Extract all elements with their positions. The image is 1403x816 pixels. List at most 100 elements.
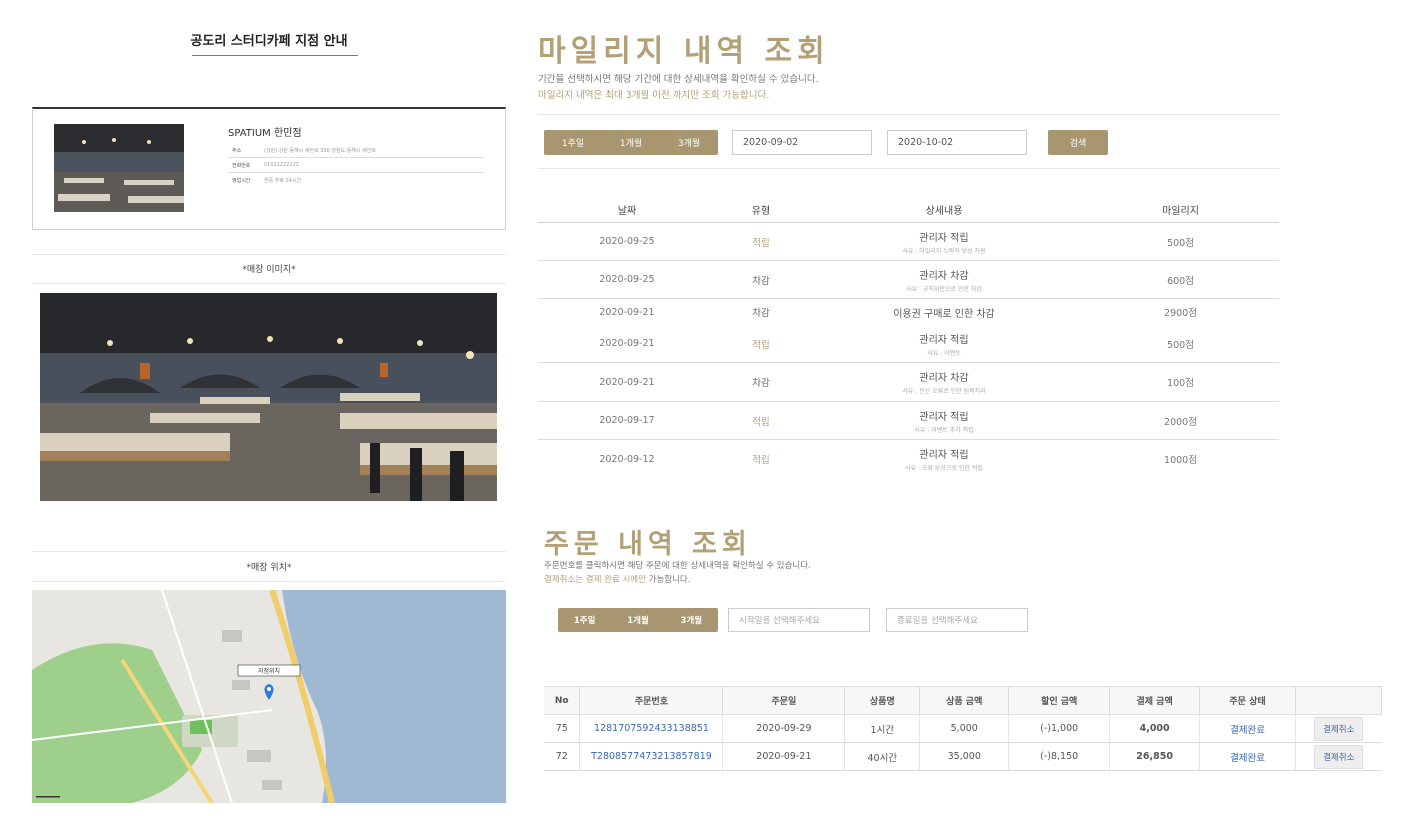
period-3month-button[interactable]: 3개월 [678, 136, 700, 149]
mileage-section-title: 마일리지 내역 조회 [538, 34, 830, 69]
order-table: No 주문번호 주문일 상품명 상품 금액 할인 금액 결제 금액 주문 상태 … [544, 686, 1382, 771]
divider [32, 254, 506, 255]
mileage-table-header: 날짜 유형 상세내용 마일리지 [538, 197, 1279, 223]
mileage-start-date-input[interactable]: 2020-09-02 [732, 130, 872, 155]
table-row: 2020-09-17 적립 관리자 적립 사유 : 이벤트 추가 적립 2000점 [538, 402, 1279, 440]
order-notice-highlight: 결제취소는 결제 완료 시에만 [544, 575, 646, 585]
order-row-discount: (-)1,000 [1008, 714, 1110, 743]
col-paid: 결제 금액 [1109, 686, 1201, 715]
order-period-buttons: 1주일 1개월 3개월 [558, 608, 718, 632]
row-date: 2020-09-25 [599, 236, 655, 247]
table-row: 2020-09-25 적립 관리자 적립 사유 : 마일리지 누락자 보상 차원 … [538, 223, 1279, 261]
address-value: (강원) 강원 동해시 새안로 350 강원도 동해시 새안로 [264, 147, 376, 154]
row-date: 2020-09-21 [599, 338, 655, 349]
mileage-table: 날짜 유형 상세내용 마일리지 2020-09-25 적립 관리자 적립 사유 :… [538, 197, 1279, 478]
divider [538, 168, 1279, 169]
row-type: 적립 [752, 455, 770, 466]
row-detail: 관리자 차감 사유 : 전산 오류로 인한 원복처리 [806, 369, 1082, 395]
store-info-heading: 공도리 스터디카페 지점 안내 [190, 34, 348, 49]
detail-text: 관리자 적립 [919, 232, 969, 244]
store-image-label: *매장 이미지* [242, 265, 296, 275]
row-detail: 관리자 적립 사유 : 이벤트 추가 적립 [806, 408, 1082, 434]
order-row-product: 40시간 [844, 742, 920, 771]
detail-text: 관리자 차감 [919, 373, 969, 384]
order-row-product: 1시간 [844, 714, 920, 743]
store-name: SPATIUM 한민점 [228, 128, 302, 139]
order-row-no: 75 [544, 714, 580, 743]
order-row-price: 35,000 [919, 742, 1009, 771]
order-description: 주문번호를 클릭하시면 해당 주문에 대한 상세내역을 확인하실 수 있습니다. [544, 561, 811, 571]
period-3month-button[interactable]: 3개월 [681, 614, 703, 626]
row-type: 적립 [752, 237, 770, 249]
row-date: 2020-09-25 [599, 274, 655, 285]
phone-label: 전화번호 [232, 162, 251, 169]
divider [32, 283, 506, 284]
period-1week-button[interactable]: 1주일 [574, 614, 596, 626]
row-detail: 관리자 차감사유 : 규칙위반으로 인한 차감 [806, 267, 1082, 293]
svg-text:지점위치: 지점위치 [258, 667, 280, 675]
order-number-link[interactable]: T2808577473213857819 [579, 742, 723, 771]
order-table-header: No 주문번호 주문일 상품명 상품 금액 할인 금액 결제 금액 주문 상태 [544, 686, 1382, 715]
row-mileage: 500점 [1167, 339, 1194, 351]
order-row-no: 72 [544, 742, 580, 771]
table-row: 2020-09-12 적립 관리자 적립사유 : 오류 보상으로 인한 적립 1… [538, 440, 1279, 478]
order-end-date-input[interactable]: 종료일을 선택해주세요 [886, 608, 1028, 632]
order-row-status: 결제완료 [1199, 742, 1296, 771]
row-detail: 관리자 적립 사유 : 이벤트 [806, 331, 1082, 357]
row-mileage: 100점 [1167, 378, 1194, 389]
row-type: 차감 [752, 275, 770, 287]
detail-note: 사유 : 오류 보상으로 인한 적립 [905, 465, 983, 472]
store-hours-row: 영업시간 연중 무휴 24시간 [228, 173, 484, 188]
cancel-payment-button[interactable]: 결제취소 [1314, 716, 1364, 741]
col-order-date: 주문일 [722, 686, 846, 715]
detail-text: 관리자 적립 [919, 411, 969, 423]
col-price: 상품 금액 [919, 686, 1010, 715]
row-mileage: 2900점 [1164, 308, 1197, 319]
detail-note: 사유 : 규칙위반으로 인한 차감 [906, 285, 982, 293]
row-mileage: 1000점 [1164, 455, 1197, 466]
row-mileage: 600점 [1167, 275, 1194, 287]
hours-value: 연중 무휴 24시간 [264, 178, 302, 184]
detail-note: 사유 : 마일리지 누락자 보상 차원 [902, 247, 986, 255]
store-thumbnail [54, 124, 184, 212]
row-type: 차감 [752, 308, 770, 319]
col-no: No [544, 686, 581, 715]
detail-text: 이용권 구매로 인한 차감 [893, 308, 995, 320]
detail-note: 사유 : 이벤트 [927, 349, 961, 357]
row-mileage: 2000점 [1164, 416, 1197, 428]
row-type: 차감 [752, 378, 770, 389]
order-start-date-input[interactable]: 시작일을 선택해주세요 [728, 608, 870, 632]
col-order-no: 주문번호 [579, 686, 724, 715]
hours-label: 영업시간 [232, 178, 251, 184]
cancel-payment-button[interactable]: 결제취소 [1314, 744, 1364, 769]
col-discount: 할인 금액 [1008, 686, 1111, 715]
row-type: 적립 [752, 339, 770, 351]
row-mileage: 500점 [1167, 237, 1194, 249]
store-location-label: *매장 위치* [246, 563, 292, 573]
period-1month-button[interactable]: 1개월 [620, 136, 642, 149]
order-number-link[interactable]: 1281707592433138851 [579, 714, 723, 743]
table-row: 2020-09-25 차감 관리자 차감사유 : 규칙위반으로 인한 차감 60… [538, 261, 1279, 299]
period-1month-button[interactable]: 1개월 [627, 614, 649, 626]
row-detail: 관리자 적립사유 : 마일리지 누락자 보상 차원 [806, 229, 1082, 255]
mileage-search-button[interactable]: 검색 [1048, 130, 1108, 155]
table-row: 2020-09-21 차감 이용권 구매로 인한 차감 2900점 [538, 299, 1279, 325]
store-map[interactable]: 지점위치 [32, 590, 506, 803]
mileage-end-date-input[interactable]: 2020-10-02 [887, 130, 1027, 155]
row-date: 2020-09-12 [599, 453, 655, 465]
address-label: 주소 [232, 147, 242, 154]
order-row-date: 2020-09-21 [722, 742, 845, 771]
row-date: 2020-09-21 [599, 376, 655, 388]
store-photo [40, 293, 497, 501]
detail-text: 관리자 차감 [919, 270, 969, 282]
period-1week-button[interactable]: 1주일 [562, 136, 584, 149]
order-row-status: 결제완료 [1199, 714, 1296, 743]
order-row-date: 2020-09-29 [722, 714, 845, 743]
order-row-action: 결제취소 [1295, 714, 1382, 743]
detail-text: 관리자 적립 [919, 450, 969, 461]
heading-underline [192, 55, 358, 56]
row-detail: 관리자 적립사유 : 오류 보상으로 인한 적립 [806, 446, 1082, 472]
divider [538, 114, 1279, 115]
col-product: 상품명 [844, 686, 921, 715]
table-row: 2020-09-21 적립 관리자 적립 사유 : 이벤트 500점 [538, 325, 1279, 363]
